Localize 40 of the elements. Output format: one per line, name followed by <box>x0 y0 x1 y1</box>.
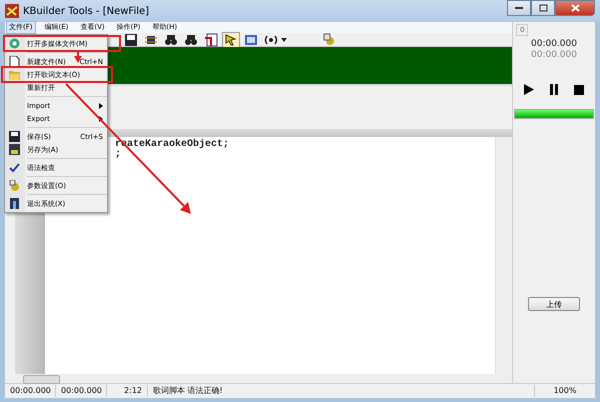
binoculars-icon[interactable] <box>163 32 179 46</box>
submenu-arrow-icon <box>99 103 103 109</box>
window-title: KBuilder Tools - [NewFile] <box>23 6 150 16</box>
status-text: 100% <box>552 385 578 397</box>
folder-icon <box>9 69 20 80</box>
binoculars-icon[interactable] <box>183 32 199 46</box>
total-time: 00:00.000 <box>531 50 577 60</box>
pause-icon[interactable] <box>550 84 558 95</box>
save-icon[interactable] <box>123 32 139 46</box>
check-icon <box>9 162 20 173</box>
media-icon <box>9 38 20 49</box>
arrow <box>74 51 82 63</box>
dropdown-caret-icon[interactable] <box>281 38 287 42</box>
minimize-button[interactable] <box>507 0 531 16</box>
play-icon[interactable] <box>524 84 534 95</box>
scrollbar-thumb[interactable] <box>23 375 60 384</box>
current-time: 00:00.000 <box>531 39 577 49</box>
status-text: 00:00.000 <box>56 385 107 397</box>
status-text: 歌词脚本 语法正确! <box>148 385 535 397</box>
app-logo-icon <box>5 4 19 18</box>
maximize-button[interactable] <box>531 0 555 16</box>
save-icon <box>9 144 20 155</box>
restore-icon <box>538 4 548 12</box>
upload-button[interactable]: 上传 <box>528 297 580 311</box>
page-icon <box>9 56 20 67</box>
image-icon[interactable] <box>243 32 259 46</box>
gear-icon[interactable] <box>321 32 337 46</box>
minimize-icon <box>515 6 523 10</box>
document-icon[interactable] <box>203 32 219 46</box>
submenu-arrow-icon <box>99 116 103 122</box>
status-text: 00:00.000 <box>5 385 56 397</box>
close-button[interactable] <box>555 0 595 16</box>
close-icon <box>570 4 580 12</box>
status-text: 2:12 <box>107 385 148 397</box>
pointer-icon[interactable] <box>223 32 239 46</box>
exit-icon <box>9 198 20 209</box>
gear-icon <box>9 180 20 191</box>
stop-icon[interactable] <box>574 84 584 94</box>
save-icon <box>9 131 20 142</box>
code-line: ; <box>115 150 122 160</box>
